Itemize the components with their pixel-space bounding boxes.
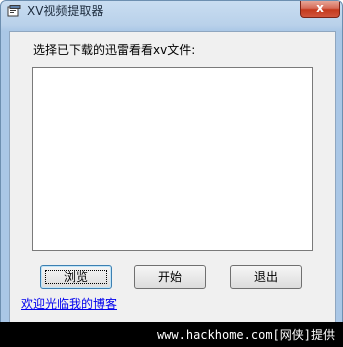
browse-button[interactable]: 浏览 [40, 265, 112, 289]
exit-button[interactable]: 退出 [230, 265, 302, 289]
watermark-bar: www.hackhome.com[网侠]提供 [0, 322, 343, 347]
file-select-label: 选择已下载的迅雷看看xv文件: [33, 43, 196, 57]
close-icon: x [316, 1, 324, 15]
app-icon [7, 5, 21, 17]
title-bar[interactable]: XV视频提取器 x [1, 1, 342, 23]
window-title: XV视频提取器 [27, 4, 104, 18]
file-list-box[interactable] [32, 67, 313, 251]
dialog-client-area: 选择已下载的迅雷看看xv文件: 浏览 开始 退出 欢迎光临我的博客 [9, 31, 336, 323]
start-button[interactable]: 开始 [134, 265, 206, 289]
app-window: XV视频提取器 x 选择已下载的迅雷看看xv文件: 浏览 开始 退出 欢迎光临我… [0, 0, 343, 347]
watermark-text: www.hackhome.com[网侠]提供 [156, 328, 335, 342]
close-button[interactable]: x [300, 1, 340, 18]
blog-link[interactable]: 欢迎光临我的博客 [21, 295, 117, 312]
